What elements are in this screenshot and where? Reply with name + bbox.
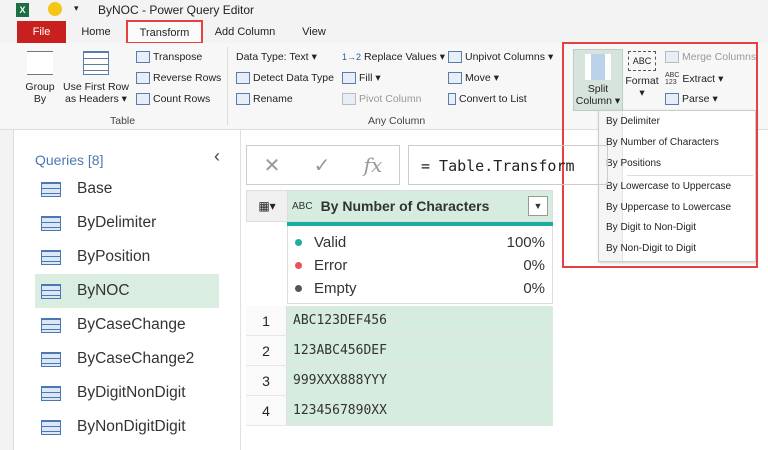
tab-home[interactable]: Home — [72, 21, 120, 43]
table-row[interactable]: 4 1234567890XX — [246, 396, 553, 426]
rename-icon — [236, 93, 250, 105]
table-menu-icon[interactable]: ▦▾ — [247, 191, 288, 221]
formula-buttons: ✕ ✓ fx — [246, 145, 400, 185]
move-icon — [448, 72, 462, 84]
transpose-button[interactable]: Transpose — [136, 51, 202, 63]
quality-empty: Empty 0% — [295, 280, 545, 297]
smiley-icon[interactable] — [48, 2, 62, 16]
reverse-rows-button[interactable]: Reverse Rows — [136, 72, 221, 84]
table-cell[interactable]: 1234567890XX — [287, 396, 553, 425]
fill-icon — [342, 72, 356, 84]
tab-view[interactable]: View — [292, 21, 336, 43]
replace-icon: 1→2 — [342, 52, 362, 62]
table-icon — [41, 317, 61, 333]
ribbon-tabs: File Home Transform Add Column View — [0, 20, 768, 44]
table-icon — [41, 283, 61, 299]
row-number: 1 — [246, 306, 287, 335]
tab-file[interactable]: File — [17, 21, 66, 43]
table-row[interactable]: 2 123ABC456DEF — [246, 336, 553, 366]
column-filter-dropdown[interactable]: ▼ — [528, 196, 548, 216]
table-header: ▦▾ ABC By Number of Characters ▼ — [246, 190, 553, 222]
collapse-queries-icon[interactable]: ‹ — [214, 146, 220, 167]
query-item-bydigitnondigit[interactable]: ByDigitNonDigit — [35, 376, 219, 410]
pivot-icon — [342, 93, 356, 105]
rename-button[interactable]: Rename — [236, 93, 293, 105]
group-label-table: Table — [110, 115, 136, 127]
table-icon — [41, 385, 61, 401]
row-number: 4 — [246, 396, 287, 425]
transpose-icon — [136, 51, 150, 63]
table-header-icon — [83, 51, 109, 75]
fill-button[interactable]: Fill ▾ — [342, 72, 381, 84]
text-type-icon[interactable]: ABC — [292, 201, 313, 212]
quick-access-dropdown-icon[interactable]: ▾ — [74, 3, 79, 14]
group-by-icon — [27, 51, 53, 75]
query-item-base[interactable]: Base — [35, 172, 219, 206]
left-collapsed-strip — [0, 130, 14, 450]
table-icon — [41, 181, 61, 197]
group-by-button[interactable]: Group By — [22, 51, 58, 105]
query-item-byposition[interactable]: ByPosition — [35, 240, 219, 274]
title-bar: X ▾ ByNOC - Power Query Editor — [0, 0, 768, 21]
tab-add-column[interactable]: Add Column — [208, 21, 282, 43]
table-icon — [41, 419, 61, 435]
query-item-bynoc[interactable]: ByNOC — [35, 274, 219, 308]
query-item-bycasechange2[interactable]: ByCaseChange2 — [35, 342, 219, 376]
status-dot-icon — [295, 239, 302, 246]
queries-divider — [240, 130, 241, 450]
data-type-dropdown[interactable]: Data Type: Text ▾ — [236, 51, 317, 63]
count-rows-icon — [136, 93, 150, 105]
queries-header: Queries [8] — [35, 152, 104, 168]
window-title: ByNOC - Power Query Editor — [98, 3, 255, 17]
divider — [227, 47, 228, 125]
formula-input[interactable]: = Table.Transform — [408, 145, 608, 185]
excel-icon: X — [16, 3, 29, 17]
group-label-any-column: Any Column — [368, 115, 426, 127]
table-row[interactable]: 1 ABC123DEF456 — [246, 306, 553, 336]
detect-data-type-button[interactable]: Detect Data Type — [236, 72, 334, 84]
unpivot-icon — [448, 51, 462, 63]
table-row[interactable]: 3 999XXX888YYY — [246, 366, 553, 396]
table-cell[interactable]: 123ABC456DEF — [287, 336, 553, 365]
cancel-formula-button[interactable]: ✕ — [264, 153, 281, 178]
query-item-bynondigitdigit[interactable]: ByNonDigitDigit — [35, 410, 219, 444]
convert-to-list-button[interactable]: Convert to List — [448, 93, 527, 105]
table-icon — [41, 215, 61, 231]
quality-valid: Valid 100% — [295, 234, 545, 251]
count-rows-button[interactable]: Count Rows — [136, 93, 210, 105]
table-cell[interactable]: 999XXX888YYY — [287, 366, 553, 395]
reverse-rows-icon — [136, 72, 150, 84]
table-icon — [41, 351, 61, 367]
table-cell[interactable]: ABC123DEF456 — [287, 306, 553, 335]
tab-transform[interactable]: Transform — [126, 20, 203, 44]
row-number: 3 — [246, 366, 287, 395]
list-icon — [448, 93, 456, 105]
replace-values-button[interactable]: 1→2 Replace Values ▾ — [342, 51, 445, 63]
quality-error: Error 0% — [295, 257, 545, 274]
detect-data-type-icon — [236, 72, 250, 84]
row-number: 2 — [246, 336, 287, 365]
unpivot-columns-button[interactable]: Unpivot Columns ▾ — [448, 51, 553, 63]
query-item-bydelimiter[interactable]: ByDelimiter — [35, 206, 219, 240]
use-first-row-as-headers-button[interactable]: Use First Row as Headers ▾ — [62, 51, 130, 105]
status-dot-icon — [295, 285, 302, 292]
fx-button[interactable]: fx — [364, 153, 383, 177]
move-button[interactable]: Move ▾ — [448, 72, 499, 84]
query-item-bycasechange[interactable]: ByCaseChange — [35, 308, 219, 342]
pivot-column-button[interactable]: Pivot Column — [342, 93, 421, 105]
table-icon — [41, 249, 61, 265]
status-dot-icon — [295, 262, 302, 269]
column-header[interactable]: ABC By Number of Characters ▼ — [288, 191, 552, 221]
confirm-formula-button[interactable]: ✓ — [314, 153, 331, 178]
